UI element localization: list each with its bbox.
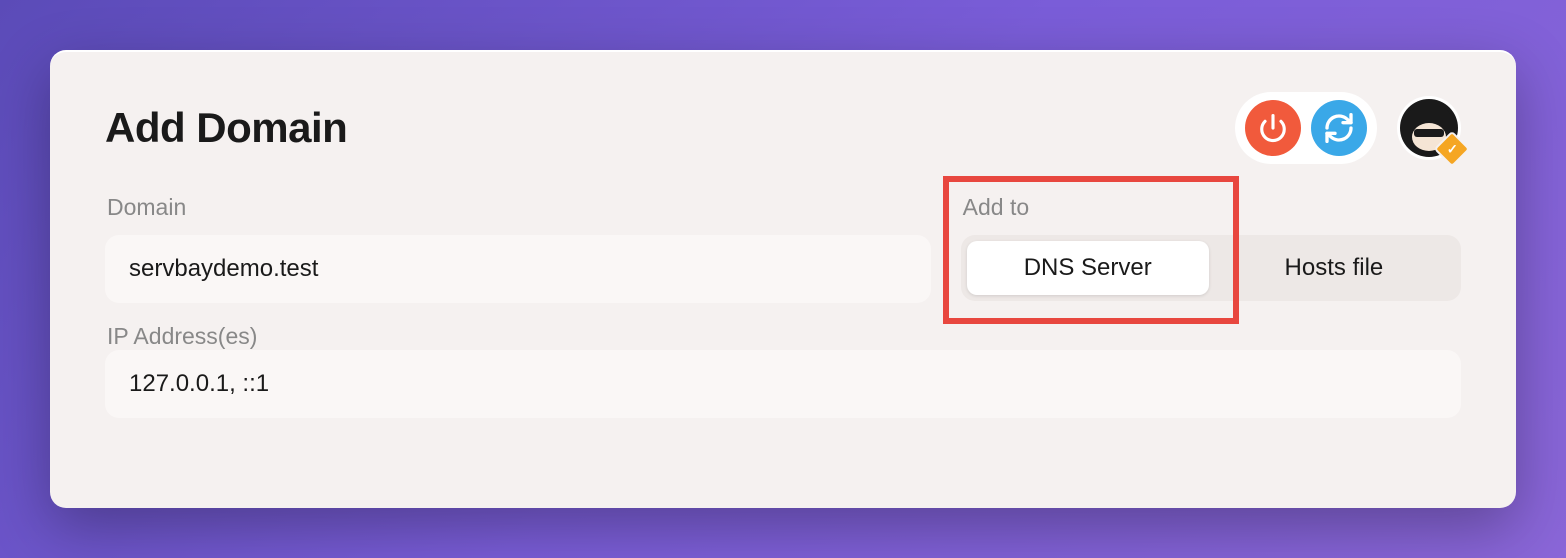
ip-label: IP Address(es) (105, 323, 257, 349)
ip-field-group: IP Address(es) (105, 323, 1461, 418)
user-avatar[interactable] (1397, 96, 1461, 160)
form-row-1: Domain Add to DNS Server Hosts file (105, 194, 1461, 303)
segment-dns-server[interactable]: DNS Server (967, 241, 1209, 295)
refresh-button[interactable] (1311, 100, 1367, 156)
power-icon (1258, 113, 1288, 143)
add-domain-window: Add Domain (50, 50, 1516, 508)
domain-label: Domain (105, 194, 931, 221)
add-to-segmented-control: DNS Server Hosts file (961, 235, 1461, 301)
header-actions (1235, 92, 1461, 164)
ip-input[interactable] (105, 350, 1461, 418)
add-to-label: Add to (961, 194, 1461, 221)
power-button[interactable] (1245, 100, 1301, 156)
page-title: Add Domain (105, 104, 347, 152)
refresh-icon (1323, 112, 1355, 144)
segment-hosts-file[interactable]: Hosts file (1213, 241, 1455, 295)
add-to-field-group: Add to DNS Server Hosts file (961, 194, 1461, 303)
domain-field-group: Domain (105, 194, 931, 303)
domain-input[interactable] (105, 235, 931, 303)
action-pill (1235, 92, 1377, 164)
header-row: Add Domain (105, 92, 1461, 164)
